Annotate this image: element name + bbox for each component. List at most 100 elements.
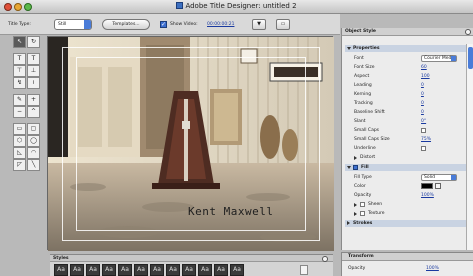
style-swatch[interactable]: Aa bbox=[54, 264, 68, 276]
eyedropper-icon[interactable] bbox=[435, 183, 441, 189]
properties-section-header[interactable]: Properties bbox=[345, 45, 469, 52]
selection-tool[interactable]: ↖ bbox=[13, 36, 26, 48]
style-swatch-sample: Aa bbox=[201, 266, 209, 273]
wedge-tool[interactable]: ◺ bbox=[13, 147, 26, 159]
pen-tool[interactable]: ✎ bbox=[13, 94, 26, 106]
transform-opacity-value[interactable]: 100% bbox=[426, 266, 439, 271]
style-swatch[interactable]: Aa bbox=[214, 264, 228, 276]
title-type-dropdown[interactable]: Still bbox=[54, 19, 92, 30]
font-size-value[interactable]: 60 bbox=[421, 64, 427, 71]
sheen-checkbox[interactable] bbox=[360, 202, 365, 207]
style-swatch[interactable]: Aa bbox=[70, 264, 84, 276]
tracking-value[interactable]: 0 bbox=[421, 100, 424, 107]
transform-opacity-row: Opacity 100% bbox=[348, 266, 468, 271]
panel-menu-icon[interactable] bbox=[465, 29, 471, 35]
texture-checkbox[interactable] bbox=[360, 211, 365, 216]
style-swatch[interactable]: Aa bbox=[198, 264, 212, 276]
path-type-icon: ↯ bbox=[16, 79, 23, 86]
delete-anchor-tool[interactable]: − bbox=[13, 106, 26, 118]
title-text-object[interactable]: Kent Maxwell bbox=[188, 205, 273, 218]
object-style-scrollbar[interactable] bbox=[466, 44, 473, 250]
style-swatch[interactable]: Aa bbox=[102, 264, 116, 276]
window-titlebar: Adobe Title Designer: untitled 2 bbox=[0, 0, 473, 14]
selection-icon: ↖ bbox=[16, 38, 23, 45]
kerning-label: Kerning bbox=[354, 92, 372, 97]
add-anchor-tool[interactable]: + bbox=[27, 94, 40, 106]
ellipse-icon: ◯ bbox=[30, 137, 37, 144]
property-row-font-size: Font Size 60 bbox=[345, 64, 469, 71]
add-anchor-icon: + bbox=[30, 96, 37, 103]
transform-panel: Transform Opacity 100% bbox=[341, 252, 473, 276]
type-tool[interactable]: T bbox=[13, 53, 26, 65]
font-dropdown[interactable]: Courier Medi bbox=[421, 55, 457, 62]
video-timecode[interactable]: 00:00:00:21 bbox=[207, 22, 234, 27]
disclosure-closed-icon[interactable] bbox=[354, 212, 357, 216]
show-video-label: Show Video: bbox=[170, 22, 198, 27]
vertical-path-type-tool[interactable]: ≀ bbox=[27, 77, 40, 89]
line-tool[interactable]: ╲ bbox=[27, 159, 40, 171]
style-swatch[interactable]: Aa bbox=[150, 264, 164, 276]
panel-menu-icon[interactable] bbox=[322, 256, 328, 262]
fill-color-swatch[interactable] bbox=[421, 183, 433, 189]
strokes-section-header[interactable]: Strokes bbox=[345, 220, 469, 227]
leading-value[interactable]: 0 bbox=[421, 82, 424, 89]
fill-label: Fill bbox=[361, 165, 369, 170]
convert-anchor-tool[interactable]: ^ bbox=[27, 106, 40, 118]
clipped-rectangle-tool[interactable]: ⬡ bbox=[13, 135, 26, 147]
styles-scrollbar[interactable] bbox=[300, 265, 308, 275]
disclosure-closed-icon[interactable] bbox=[354, 203, 357, 207]
rounded-rectangle-tool[interactable]: ▢ bbox=[27, 123, 40, 135]
small-caps-checkbox[interactable] bbox=[421, 128, 426, 133]
aspect-value[interactable]: 100 bbox=[421, 73, 430, 80]
style-swatch-sample: Aa bbox=[89, 266, 97, 273]
arc-icon: ◠ bbox=[30, 149, 37, 156]
area-type-tool[interactable]: ⊤ bbox=[13, 65, 26, 77]
ellipse-tool[interactable]: ◯ bbox=[27, 135, 40, 147]
show-video-checkbox[interactable]: ✓ bbox=[160, 21, 167, 28]
fill-checkbox[interactable] bbox=[353, 165, 358, 170]
style-swatch-sample: Aa bbox=[57, 266, 65, 273]
properties-label: Properties bbox=[353, 46, 380, 51]
templates-button-label: Templates... bbox=[112, 22, 140, 27]
delete-anchor-icon: − bbox=[16, 108, 23, 115]
safe-frame-button[interactable]: ▭ bbox=[276, 19, 290, 30]
vertical-type-tool[interactable]: T bbox=[27, 53, 40, 65]
baseline-shift-value[interactable]: 0 bbox=[421, 109, 424, 116]
style-swatch[interactable]: Aa bbox=[182, 264, 196, 276]
slant-value[interactable]: 0° bbox=[421, 118, 426, 125]
small-caps-size-value[interactable]: 75% bbox=[421, 136, 431, 143]
kerning-value[interactable]: 0 bbox=[421, 91, 424, 98]
style-swatch[interactable]: Aa bbox=[230, 264, 244, 276]
style-swatch[interactable]: Aa bbox=[166, 264, 180, 276]
type-icon: T bbox=[17, 55, 22, 62]
style-swatch-sample: Aa bbox=[153, 266, 161, 273]
leading-label: Leading bbox=[354, 83, 372, 88]
style-swatch[interactable]: Aa bbox=[134, 264, 148, 276]
underline-checkbox[interactable] bbox=[421, 146, 426, 151]
arc-tool[interactable]: ◠ bbox=[27, 147, 40, 159]
property-row-small-caps-size: Small Caps Size 75% bbox=[345, 136, 469, 143]
object-style-title: Object Style bbox=[345, 29, 376, 34]
set-marker-button[interactable]: ▼ bbox=[252, 19, 266, 30]
polygon-tool[interactable]: ◸ bbox=[13, 159, 26, 171]
templates-button[interactable]: Templates... bbox=[102, 19, 150, 30]
scrollbar-thumb[interactable] bbox=[468, 47, 473, 69]
clipped-rectangle-icon: ⬡ bbox=[16, 137, 23, 144]
fill-opacity-value[interactable]: 100% bbox=[421, 192, 434, 199]
slant-label: Slant bbox=[354, 119, 366, 124]
property-row-distort[interactable]: Distort bbox=[345, 154, 469, 161]
fill-type-dropdown[interactable]: Solid bbox=[421, 174, 457, 181]
rotation-tool[interactable]: ↻ bbox=[27, 36, 40, 48]
style-swatch[interactable]: Aa bbox=[118, 264, 132, 276]
disclosure-closed-icon bbox=[354, 156, 357, 160]
style-swatch[interactable]: Aa bbox=[86, 264, 100, 276]
fill-section-header[interactable]: Fill bbox=[345, 164, 469, 171]
vertical-area-type-tool[interactable]: ⊥ bbox=[27, 65, 40, 77]
rectangle-tool[interactable]: ▭ bbox=[13, 123, 26, 135]
styles-panel-header: Styles bbox=[50, 255, 333, 262]
property-row-slant: Slant 0° bbox=[345, 118, 469, 125]
chevron-down-icon bbox=[84, 20, 91, 29]
path-type-tool[interactable]: ↯ bbox=[13, 77, 26, 89]
tracking-label: Tracking bbox=[354, 101, 373, 106]
style-swatch-sample: Aa bbox=[185, 266, 193, 273]
